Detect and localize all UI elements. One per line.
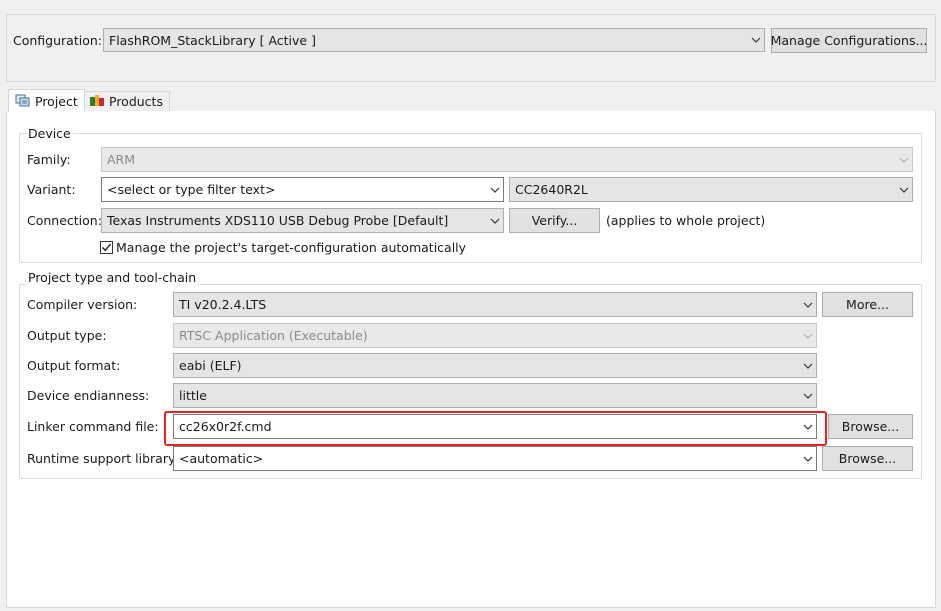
variant-filter-input[interactable]: <select or type filter text> [101, 177, 504, 202]
tab-products-label: Products [109, 94, 163, 109]
chevron-down-icon [800, 447, 816, 470]
tab-project-label: Project [35, 93, 78, 109]
compiler-version-label: Compiler version: [27, 297, 138, 312]
output-type-value: RTSC Application (Executable) [179, 328, 368, 343]
connection-value: Texas Instruments XDS110 USB Debug Probe… [107, 213, 449, 228]
linker-command-file-label: Linker command file: [27, 419, 159, 434]
more-button[interactable]: More... [822, 292, 913, 317]
output-format-select[interactable]: eabi (ELF) [173, 353, 817, 378]
output-type-label: Output type: [27, 328, 107, 343]
verify-note: (applies to whole project) [606, 213, 766, 228]
chevron-down-icon [487, 209, 503, 232]
linker-highlight-box [164, 411, 827, 446]
tab-project[interactable]: Project [8, 89, 85, 112]
variant-value: CC2640R2L [515, 182, 588, 197]
configuration-label: Configuration: [13, 33, 102, 48]
manage-target-config-label: Manage the project's target-configuratio… [116, 240, 467, 255]
device-endianness-value: little [179, 388, 207, 403]
manage-configurations-button[interactable]: Manage Configurations... [771, 28, 927, 53]
toolchain-group-title: Project type and tool-chain [26, 270, 199, 286]
device-endianness-select[interactable]: little [173, 383, 817, 408]
output-type-select: RTSC Application (Executable) [173, 323, 817, 348]
family-select: ARM [101, 147, 913, 172]
configuration-select[interactable]: FlashROM_StackLibrary [ Active ] [103, 28, 765, 52]
linker-browse-button[interactable]: Browse... [828, 414, 913, 439]
tab-products[interactable]: Products [82, 91, 170, 111]
manage-target-config-checkbox[interactable] [100, 241, 113, 254]
chevron-down-icon [800, 293, 816, 316]
runtime-browse-button[interactable]: Browse... [822, 446, 913, 471]
checkmark-icon [102, 243, 112, 252]
variant-label: Variant: [27, 182, 76, 197]
verify-button[interactable]: Verify... [509, 208, 600, 233]
project-icon [15, 93, 31, 110]
runtime-support-library-input[interactable]: <automatic> [173, 446, 817, 471]
chevron-down-icon [800, 384, 816, 407]
runtime-support-library-label: Runtime support library: [27, 451, 179, 466]
chevron-down-icon [896, 178, 912, 201]
device-endianness-label: Device endianness: [27, 388, 150, 403]
variant-filter-text: <select or type filter text> [107, 182, 276, 197]
chevron-down-icon [896, 148, 912, 171]
chevron-down-icon [487, 178, 503, 201]
family-value: ARM [107, 152, 136, 167]
configuration-value: FlashROM_StackLibrary [ Active ] [109, 32, 316, 48]
variant-select[interactable]: CC2640R2L [509, 177, 913, 202]
connection-label: Connection: [27, 213, 102, 228]
connection-select[interactable]: Texas Instruments XDS110 USB Debug Probe… [101, 208, 504, 233]
chevron-down-icon [800, 354, 816, 377]
chevron-down-icon [800, 324, 816, 347]
output-format-label: Output format: [27, 358, 121, 373]
device-group-title: Device [26, 126, 73, 142]
products-icon [89, 93, 105, 110]
compiler-version-value: TI v20.2.4.LTS [179, 297, 267, 312]
runtime-support-library-value: <automatic> [179, 451, 264, 466]
compiler-version-select[interactable]: TI v20.2.4.LTS [173, 292, 817, 317]
output-format-value: eabi (ELF) [179, 358, 242, 373]
family-label: Family: [27, 152, 71, 167]
chevron-down-icon [748, 29, 764, 51]
